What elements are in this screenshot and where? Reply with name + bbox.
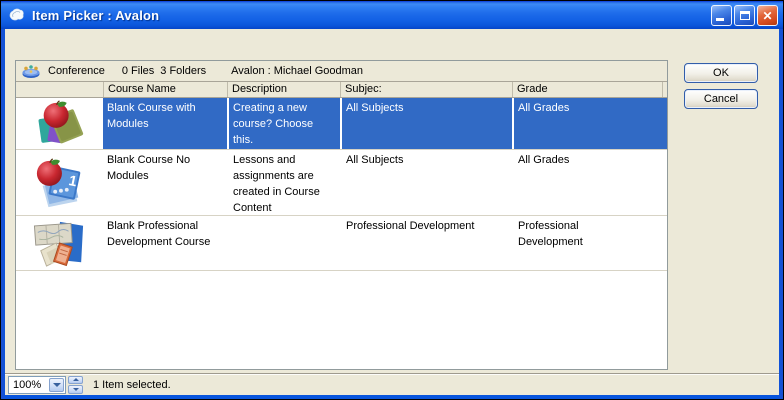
minimize-icon xyxy=(716,18,724,21)
chevron-down-icon xyxy=(73,388,79,391)
folders-count: 3 Folders xyxy=(160,65,206,77)
chevron-down-icon xyxy=(53,383,61,387)
zoom-level-select[interactable]: 100% xyxy=(8,376,66,394)
apple-books-icon xyxy=(16,98,103,149)
spinner-up-button[interactable] xyxy=(68,376,83,385)
column-header-grade[interactable]: Grade xyxy=(512,82,662,97)
item-list-panel: Conference 0 Files 3 Folders Avalon : Mi… xyxy=(15,60,668,370)
dialog-content: Conference 0 Files 3 Folders Avalon : Mi… xyxy=(5,29,779,395)
grade-cell: Professional Development xyxy=(512,216,667,270)
subject-cell: Professional Development xyxy=(340,216,512,270)
chevron-up-icon xyxy=(73,378,79,381)
grade-text: All Grades xyxy=(518,152,569,168)
close-icon: ✕ xyxy=(762,10,772,22)
close-button[interactable]: ✕ xyxy=(757,5,778,26)
window-icon xyxy=(8,7,26,23)
cancel-button[interactable]: Cancel xyxy=(684,89,758,109)
column-header-description[interactable]: Description xyxy=(227,82,340,97)
conference-icon xyxy=(21,64,41,79)
window-frame: Conference 0 Files 3 Folders Avalon : Mi… xyxy=(1,29,783,399)
description-cell: Lessons and assignments are created in C… xyxy=(227,150,340,215)
subject-cell: All Subjects xyxy=(340,98,512,149)
spinner-down-button[interactable] xyxy=(68,385,83,394)
zoom-value: 100% xyxy=(9,379,49,391)
item-picker-window: Item Picker : Avalon ✕ xyxy=(0,0,784,400)
table-header: Course Name Description Subjec: Grade xyxy=(16,82,667,98)
table-row[interactable]: Blank Course with Modules Creating a new… xyxy=(16,98,667,150)
map-papers-icon xyxy=(16,216,103,270)
table-body: Blank Course with Modules Creating a new… xyxy=(16,98,667,369)
zoom-spinner[interactable] xyxy=(68,376,83,394)
course-name-cell: Blank Professional Development Course xyxy=(103,216,227,270)
apple-planner-icon: 1 xyxy=(16,150,103,215)
status-bar: 100% 1 Item selected. xyxy=(5,373,779,395)
conference-label: Conference xyxy=(48,65,105,77)
grade-cell: All Grades xyxy=(512,150,667,215)
files-count: 0 Files xyxy=(122,65,154,77)
description-cell: Creating a new course? Choose this. xyxy=(227,98,340,149)
column-header-icon xyxy=(16,82,103,97)
description-cell xyxy=(227,216,340,270)
table-row[interactable]: 1 xyxy=(16,150,667,216)
course-name-cell: Blank Course with Modules xyxy=(103,98,227,149)
ok-button[interactable]: OK xyxy=(684,63,758,83)
course-name-cell: Blank Course No Modules xyxy=(103,150,227,215)
window-controls: ✕ xyxy=(711,5,778,26)
titlebar[interactable]: Item Picker : Avalon ✕ xyxy=(1,1,783,29)
subject-cell: All Subjects xyxy=(340,150,512,215)
maximize-button[interactable] xyxy=(734,5,755,26)
table-row[interactable]: Blank Professional Development Course Pr… xyxy=(16,216,667,271)
selection-status: 1 Item selected. xyxy=(93,379,171,391)
maximize-icon xyxy=(740,11,750,20)
column-header-subject[interactable]: Subjec: xyxy=(340,82,512,97)
minimize-button[interactable] xyxy=(711,5,732,26)
column-header-filler xyxy=(662,82,667,97)
window-title: Item Picker : Avalon xyxy=(32,8,159,23)
column-header-course-name[interactable]: Course Name xyxy=(103,82,227,97)
grade-cell: All Grades xyxy=(512,98,667,149)
context-label: Avalon : Michael Goodman xyxy=(231,65,363,77)
zoom-dropdown-button[interactable] xyxy=(49,378,64,392)
grade-text: All Grades xyxy=(518,100,569,116)
grade-text: Professional Development xyxy=(518,218,622,250)
info-bar: Conference 0 Files 3 Folders Avalon : Mi… xyxy=(16,61,667,82)
